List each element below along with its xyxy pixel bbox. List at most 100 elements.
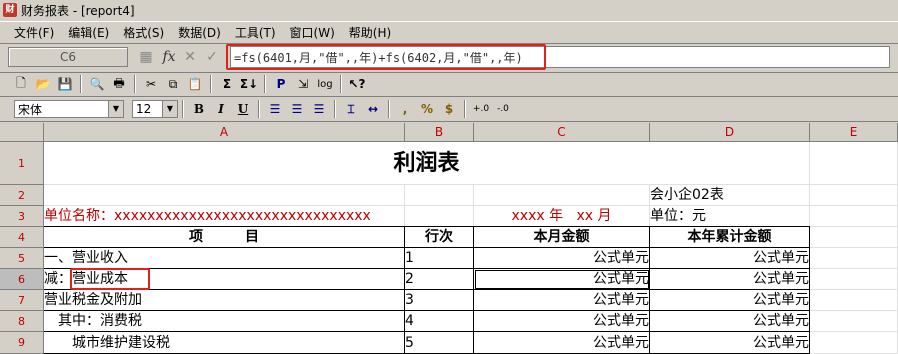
row-header[interactable]: 2 bbox=[0, 185, 44, 206]
log-icon[interactable]: log bbox=[315, 74, 335, 94]
cell[interactable] bbox=[810, 227, 898, 248]
currency-style-icon[interactable]: $ bbox=[439, 99, 459, 119]
cell[interactable] bbox=[810, 290, 898, 311]
cell[interactable] bbox=[810, 311, 898, 332]
column-header-c[interactable]: C bbox=[474, 123, 650, 142]
month-amount-cell[interactable]: 公式单元 bbox=[474, 311, 650, 332]
align-right-icon[interactable]: ☰ bbox=[309, 99, 329, 119]
column-header-d[interactable]: D bbox=[650, 123, 810, 142]
header-line-no[interactable]: 行次 bbox=[405, 227, 474, 248]
chevron-down-icon[interactable]: ▼ bbox=[162, 101, 177, 117]
help-pointer-icon[interactable]: ↖? bbox=[347, 74, 367, 94]
cell[interactable] bbox=[810, 185, 898, 206]
cell[interactable] bbox=[810, 142, 898, 185]
print-icon[interactable]: 🖶 bbox=[109, 74, 129, 94]
active-cell-c6[interactable]: 公式单元 bbox=[474, 269, 650, 290]
ytd-amount-cell[interactable]: 公式单元 bbox=[650, 311, 810, 332]
report-title[interactable]: 利润表 bbox=[44, 142, 810, 185]
function-wizard-icon[interactable]: fx bbox=[161, 49, 177, 65]
unit-name[interactable]: 单位名称：xxxxxxxxxxxxxxxxxxxxxxxxxxxxxxx bbox=[44, 206, 405, 227]
cell-reference-box[interactable]: C6 bbox=[8, 47, 128, 67]
line-no-cell[interactable]: 1 bbox=[405, 248, 474, 269]
open-folder-icon[interactable]: 📂 bbox=[33, 74, 53, 94]
underline-icon[interactable]: U bbox=[233, 99, 253, 119]
cell[interactable] bbox=[810, 332, 898, 354]
header-item[interactable]: 项 目 bbox=[44, 227, 405, 248]
sum-range-icon[interactable]: Σ↓ bbox=[239, 74, 259, 94]
cell[interactable] bbox=[44, 185, 405, 206]
column-header-e[interactable]: E bbox=[810, 123, 898, 142]
report-period[interactable]: xxxx 年 xx 月 bbox=[474, 206, 650, 227]
page-setup-icon[interactable]: P bbox=[271, 74, 291, 94]
menu-help[interactable]: 帮助(H) bbox=[342, 24, 398, 41]
menu-data[interactable]: 数据(D) bbox=[171, 24, 228, 41]
confirm-formula-icon[interactable]: ✓ bbox=[204, 49, 220, 65]
spreadsheet-grid[interactable]: A B C D E 1 2 3 4 5 6 7 8 9 利润表 会小企02表 单… bbox=[0, 123, 898, 354]
ytd-amount-cell[interactable]: 公式单元 bbox=[650, 269, 810, 290]
increase-decimal-icon[interactable]: +.0 bbox=[471, 99, 491, 119]
menu-file[interactable]: 文件(F) bbox=[0, 24, 61, 41]
column-header-b[interactable]: B bbox=[405, 123, 474, 142]
cell[interactable] bbox=[405, 185, 474, 206]
month-amount-cell[interactable]: 公式单元 bbox=[474, 248, 650, 269]
cut-icon[interactable]: ✂ bbox=[141, 74, 161, 94]
row-header[interactable]: 5 bbox=[0, 248, 44, 269]
function-list-icon[interactable]: ▦ bbox=[138, 49, 154, 65]
row-header[interactable]: 4 bbox=[0, 227, 44, 248]
row-header[interactable]: 9 bbox=[0, 332, 44, 354]
row-header[interactable]: 7 bbox=[0, 290, 44, 311]
chevron-down-icon[interactable]: ▼ bbox=[108, 101, 123, 117]
menu-window[interactable]: 窗口(W) bbox=[283, 24, 342, 41]
percent-style-icon[interactable]: % bbox=[417, 99, 437, 119]
cell[interactable] bbox=[810, 269, 898, 290]
cell[interactable] bbox=[810, 206, 898, 227]
vertical-align-icon[interactable]: ⌶ bbox=[341, 99, 361, 119]
menu-edit[interactable]: 编辑(E) bbox=[61, 24, 116, 41]
copy-icon[interactable]: ⧉ bbox=[163, 74, 183, 94]
row-header[interactable]: 3 bbox=[0, 206, 44, 227]
decrease-decimal-icon[interactable]: -.0 bbox=[493, 99, 513, 119]
item-cell[interactable]: 其中：消费税 bbox=[44, 311, 405, 332]
print-preview-icon[interactable]: 🔍 bbox=[87, 74, 107, 94]
italic-icon[interactable]: I bbox=[211, 99, 231, 119]
item-cell[interactable]: 营业税金及附加 bbox=[44, 290, 405, 311]
select-all-corner[interactable] bbox=[0, 123, 44, 142]
row-header[interactable]: 8 bbox=[0, 311, 44, 332]
save-icon[interactable]: 💾 bbox=[55, 74, 75, 94]
column-header-a[interactable]: A bbox=[44, 123, 405, 142]
month-amount-cell[interactable]: 公式单元 bbox=[474, 332, 650, 354]
font-size-select[interactable]: 12 ▼ bbox=[132, 100, 178, 118]
line-no-cell[interactable]: 3 bbox=[405, 290, 474, 311]
horizontal-fit-icon[interactable]: ↔ bbox=[363, 99, 383, 119]
comma-style-icon[interactable]: , bbox=[395, 99, 415, 119]
cell[interactable] bbox=[405, 206, 474, 227]
ytd-amount-cell[interactable]: 公式单元 bbox=[650, 248, 810, 269]
unit-label[interactable]: 单位：元 bbox=[650, 206, 810, 227]
ytd-amount-cell[interactable]: 公式单元 bbox=[650, 290, 810, 311]
cancel-formula-icon[interactable]: ✕ bbox=[182, 49, 198, 65]
insert-icon[interactable]: ⇲ bbox=[293, 74, 313, 94]
line-no-cell[interactable]: 4 bbox=[405, 311, 474, 332]
item-cell[interactable]: 一、营业收入 bbox=[44, 248, 405, 269]
align-left-icon[interactable]: ☰ bbox=[265, 99, 285, 119]
line-no-cell[interactable]: 2 bbox=[405, 269, 474, 290]
menu-tools[interactable]: 工具(T) bbox=[228, 24, 283, 41]
align-center-icon[interactable]: ☰ bbox=[287, 99, 307, 119]
form-number[interactable]: 会小企02表 bbox=[650, 185, 810, 206]
header-month-amount[interactable]: 本月金额 bbox=[474, 227, 650, 248]
bold-icon[interactable]: B bbox=[189, 99, 209, 119]
month-amount-cell[interactable]: 公式单元 bbox=[474, 290, 650, 311]
ytd-amount-cell[interactable]: 公式单元 bbox=[650, 332, 810, 354]
item-cell[interactable]: 城市维护建设税 bbox=[44, 332, 405, 354]
row-header[interactable]: 1 bbox=[0, 142, 44, 185]
line-no-cell[interactable]: 5 bbox=[405, 332, 474, 354]
paste-icon[interactable]: 📋 bbox=[185, 74, 205, 94]
menu-format[interactable]: 格式(S) bbox=[116, 24, 171, 41]
header-ytd-amount[interactable]: 本年累计金额 bbox=[650, 227, 810, 248]
row-header[interactable]: 6 bbox=[0, 269, 44, 290]
sum-icon[interactable]: Σ bbox=[217, 74, 237, 94]
new-file-icon[interactable]: 🗋 bbox=[11, 74, 31, 94]
font-select[interactable]: 宋体 ▼ bbox=[14, 100, 124, 118]
cell[interactable] bbox=[474, 185, 650, 206]
cell[interactable] bbox=[810, 248, 898, 269]
